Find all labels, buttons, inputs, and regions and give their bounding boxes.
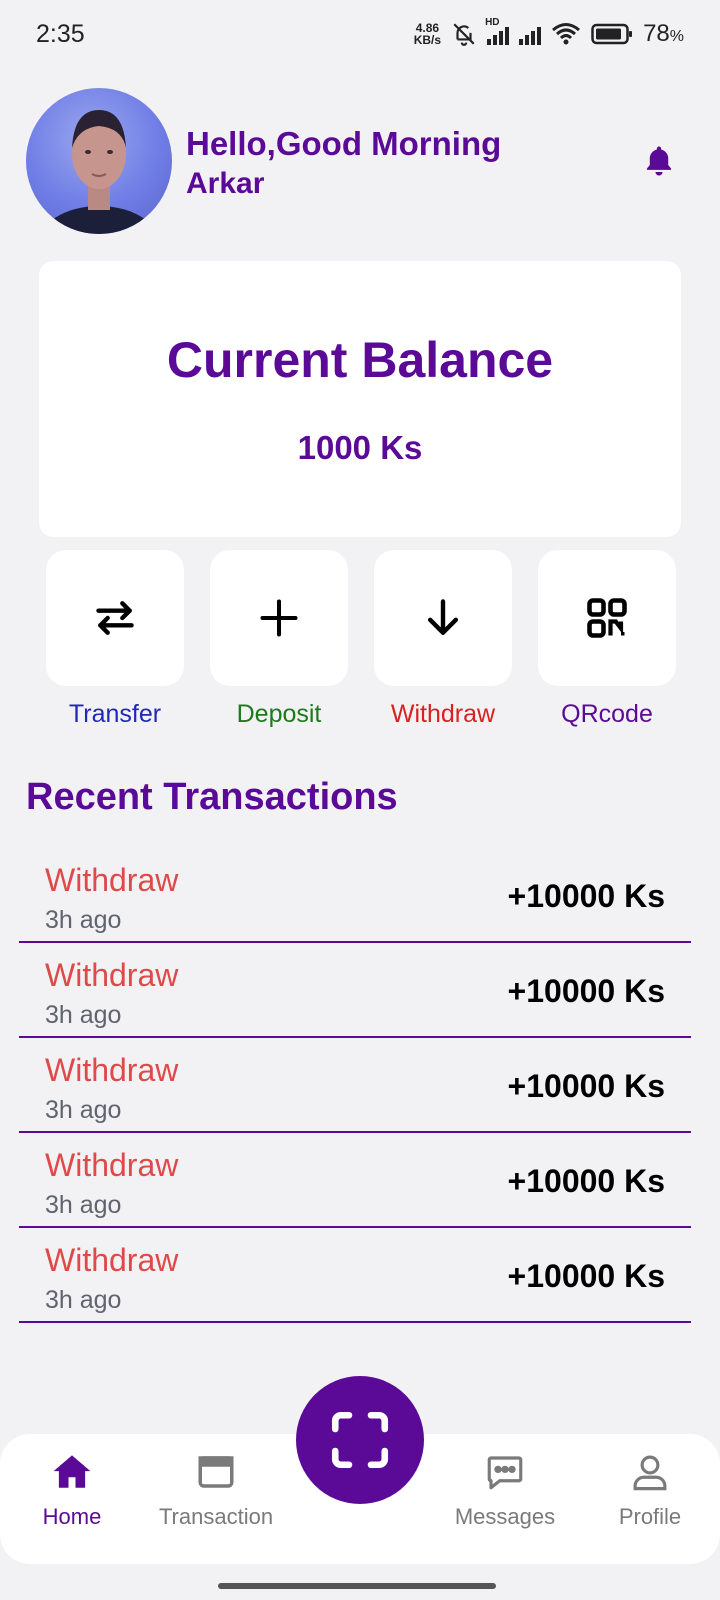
- transaction-row[interactable]: Withdraw 3h ago +10000 Ks: [19, 1133, 691, 1228]
- transfer-action[interactable]: Transfer: [46, 550, 184, 729]
- transaction-amount: +10000 Ks: [507, 973, 665, 1009]
- balance-amount: 1000 Ks: [297, 429, 423, 466]
- transaction-amount: +10000 Ks: [507, 1258, 665, 1294]
- nav-transaction-label: Transaction: [158, 1504, 274, 1529]
- plus-icon: [260, 599, 298, 637]
- transaction-row[interactable]: Withdraw 3h ago +10000 Ks: [19, 1228, 691, 1323]
- withdraw-button[interactable]: [374, 550, 512, 686]
- status-icons: 4.86 KB/s HD 78%: [413, 17, 684, 48]
- transaction-row[interactable]: Withdraw 3h ago +10000 Ks: [19, 1038, 691, 1133]
- bell-off-icon: [453, 23, 475, 46]
- balance-card: Current Balance 1000 Ks: [39, 261, 681, 537]
- transaction-amount: +10000 Ks: [507, 1163, 665, 1199]
- nav-profile-label: Profile: [618, 1504, 682, 1529]
- transaction-time: 3h ago: [45, 1286, 122, 1314]
- avatar[interactable]: [26, 88, 172, 234]
- transaction-type: Withdraw: [45, 957, 179, 993]
- nav-messages-label: Messages: [454, 1504, 556, 1529]
- bell-icon[interactable]: [642, 142, 676, 178]
- arrow-down-icon: [427, 599, 459, 635]
- person-icon: [633, 1455, 667, 1491]
- qrcode-button[interactable]: [538, 550, 676, 686]
- transaction-time: 3h ago: [45, 1001, 122, 1029]
- transfer-button[interactable]: [46, 550, 184, 686]
- transaction-list: Withdraw 3h ago +10000 Ks Withdraw 3h ag…: [19, 848, 691, 1323]
- deposit-label: Deposit: [236, 700, 322, 728]
- deposit-action[interactable]: Deposit: [210, 550, 348, 729]
- transaction-type: Withdraw: [45, 1052, 179, 1088]
- chat-bubble-icon: [487, 1456, 523, 1490]
- qrcode-action[interactable]: QRcode: [538, 550, 676, 729]
- greeting-text: Hello,Good Morning: [186, 125, 502, 162]
- transaction-amount: +10000 Ks: [507, 1068, 665, 1104]
- qr-code-icon: [587, 598, 627, 638]
- nav-home-label: Home: [42, 1504, 102, 1529]
- transaction-time: 3h ago: [45, 1096, 122, 1124]
- home-icon: [53, 1455, 91, 1488]
- window-icon: [198, 1456, 234, 1488]
- battery-icon: [591, 23, 633, 45]
- nav-home[interactable]: Home: [30, 1446, 114, 1530]
- nav-transaction[interactable]: Transaction: [154, 1446, 278, 1530]
- deposit-button[interactable]: [210, 550, 348, 686]
- username: Arkar: [186, 167, 265, 200]
- withdraw-label: Withdraw: [390, 700, 496, 728]
- transaction-amount: +10000 Ks: [507, 878, 665, 914]
- withdraw-action[interactable]: Withdraw: [374, 550, 512, 729]
- transaction-row[interactable]: Withdraw 3h ago +10000 Ks: [19, 943, 691, 1038]
- wifi-icon: [552, 23, 581, 45]
- scan-button[interactable]: [296, 1376, 424, 1504]
- network-speed: 4.86 KB/s: [413, 21, 442, 47]
- transaction-type: Withdraw: [45, 862, 179, 898]
- transfer-label: Transfer: [68, 700, 162, 728]
- transfer-arrows-icon: [96, 601, 134, 635]
- transaction-type: Withdraw: [45, 1242, 179, 1278]
- transaction-time: 3h ago: [45, 1191, 122, 1219]
- balance-title: Current Balance: [166, 332, 554, 388]
- transaction-time: 3h ago: [45, 906, 122, 934]
- transaction-row[interactable]: Withdraw 3h ago +10000 Ks: [19, 848, 691, 943]
- status-time: 2:35: [36, 20, 85, 48]
- home-indicator[interactable]: [218, 1583, 496, 1589]
- signal-hd-icon: HD: [485, 17, 510, 45]
- avatar-portrait: [39, 110, 159, 234]
- battery-percent: 78%: [643, 20, 684, 47]
- recent-transactions-title: Recent Transactions: [26, 776, 398, 818]
- qrcode-label: QRcode: [561, 700, 653, 728]
- transaction-type: Withdraw: [45, 1147, 179, 1183]
- signal-icon: [519, 23, 542, 45]
- status-bar: 2:35 4.86 KB/s HD 78%: [0, 0, 720, 72]
- nav-profile[interactable]: Profile: [606, 1446, 694, 1530]
- nav-messages[interactable]: Messages: [452, 1446, 558, 1530]
- scan-icon: [331, 1411, 389, 1469]
